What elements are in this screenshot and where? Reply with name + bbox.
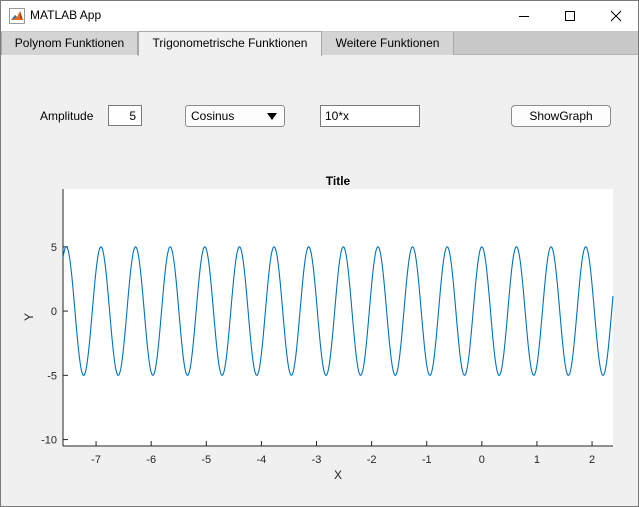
y-axis-label: Y [22,313,36,321]
x-tick-label: 0 [479,454,485,466]
x-tick-label: -7 [91,454,101,466]
y-tick-label: -10 [41,435,57,447]
app-window: MATLAB App Polynom Funktionen Trigonomet… [0,0,639,507]
x-tick-label: -5 [201,454,211,466]
plot-area [63,189,613,446]
x-tick-label: 2 [589,454,595,466]
x-tick-label: 1 [534,454,540,466]
x-tick-label: -6 [146,454,156,466]
x-tick-label: -1 [422,454,432,466]
x-tick-label: -4 [257,454,267,466]
y-tick-label: -5 [47,370,57,382]
y-tick-label: 5 [51,242,57,254]
x-axis-label: X [334,468,342,482]
x-tick-label: -3 [312,454,322,466]
x-tick-label: -2 [367,454,377,466]
plot-axes[interactable]: -7 -6 -5 -4 -3 -2 -1 0 1 2-10-505 X Y [1,1,638,506]
y-tick-label: 0 [51,306,57,318]
